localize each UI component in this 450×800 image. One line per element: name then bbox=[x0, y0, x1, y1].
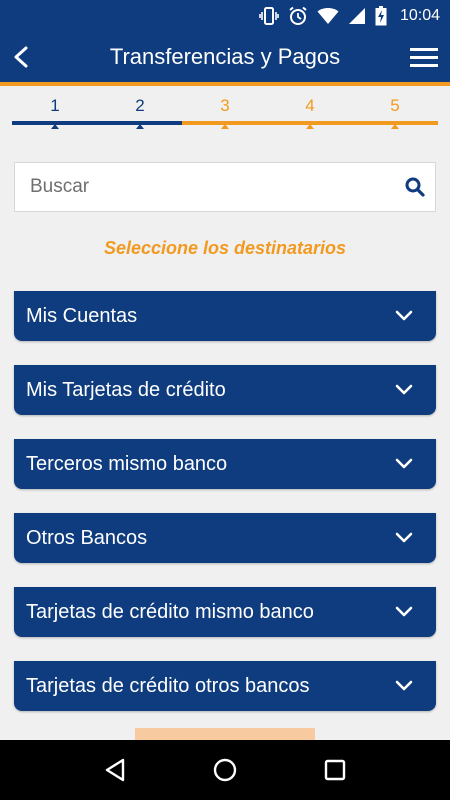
group-label: Otros Bancos bbox=[26, 527, 148, 549]
step-3-marker bbox=[221, 116, 229, 129]
search-icon[interactable] bbox=[395, 177, 435, 197]
group-label: Mis Tarjetas de crédito bbox=[26, 379, 226, 401]
chevron-down-icon bbox=[394, 602, 414, 622]
hamburger-menu-icon[interactable] bbox=[408, 42, 440, 72]
system-nav-bar bbox=[0, 740, 450, 800]
step-4[interactable]: 4 bbox=[290, 96, 330, 116]
recipient-groups-list: Mis Cuentas Mis Tarjetas de crédito Terc… bbox=[14, 291, 436, 735]
step-4-marker bbox=[306, 116, 314, 129]
step-3[interactable]: 3 bbox=[205, 96, 245, 116]
group-mis-cuentas[interactable]: Mis Cuentas bbox=[14, 291, 436, 341]
back-arrow-icon[interactable] bbox=[6, 42, 36, 72]
step-5-marker bbox=[391, 116, 399, 129]
group-label: Tarjetas de crédito otros bancos bbox=[26, 675, 310, 697]
search-input[interactable] bbox=[15, 162, 395, 212]
group-terceros-mismo-banco[interactable]: Terceros mismo banco bbox=[14, 439, 436, 489]
step-1[interactable]: 1 bbox=[35, 96, 75, 116]
progress-stepper: 1 2 3 4 5 bbox=[0, 86, 450, 130]
chevron-down-icon bbox=[394, 380, 414, 400]
group-label: Terceros mismo banco bbox=[26, 453, 228, 475]
nav-home-icon[interactable] bbox=[205, 750, 245, 790]
group-label: Tarjetas de crédito mismo banco bbox=[26, 601, 314, 623]
chevron-down-icon bbox=[394, 528, 414, 548]
clock: 10:04 bbox=[399, 7, 440, 24]
continue-button-partial[interactable] bbox=[135, 728, 315, 740]
nav-back-icon[interactable] bbox=[95, 750, 135, 790]
wifi-icon bbox=[317, 7, 339, 25]
step-2[interactable]: 2 bbox=[120, 96, 160, 116]
group-tarjetas-otros-bancos[interactable]: Tarjetas de crédito otros bancos bbox=[14, 661, 436, 711]
group-mis-tarjetas[interactable]: Mis Tarjetas de crédito bbox=[14, 365, 436, 415]
page-title: Transferencias y Pagos bbox=[109, 44, 341, 69]
search-box bbox=[14, 162, 436, 212]
battery-charging-icon bbox=[375, 6, 387, 26]
stepper-track-completed bbox=[12, 121, 182, 125]
section-subtitle: Seleccione los destinatarios bbox=[103, 238, 347, 258]
group-tarjetas-mismo-banco[interactable]: Tarjetas de crédito mismo banco bbox=[14, 587, 436, 637]
group-label: Mis Cuentas bbox=[26, 305, 138, 327]
signal-icon bbox=[348, 7, 366, 25]
chevron-down-icon bbox=[394, 306, 414, 326]
alarm-icon bbox=[288, 6, 308, 26]
app-bar: Transferencias y Pagos bbox=[0, 32, 450, 82]
chevron-down-icon bbox=[394, 454, 414, 474]
step-2-marker bbox=[136, 116, 144, 129]
chevron-down-icon bbox=[394, 676, 414, 696]
step-1-marker bbox=[51, 116, 59, 129]
vibrate-icon bbox=[259, 6, 279, 26]
step-5[interactable]: 5 bbox=[375, 96, 415, 116]
nav-recents-icon[interactable] bbox=[315, 750, 355, 790]
group-otros-bancos[interactable]: Otros Bancos bbox=[14, 513, 436, 563]
status-bar: 10:04 bbox=[0, 0, 450, 32]
